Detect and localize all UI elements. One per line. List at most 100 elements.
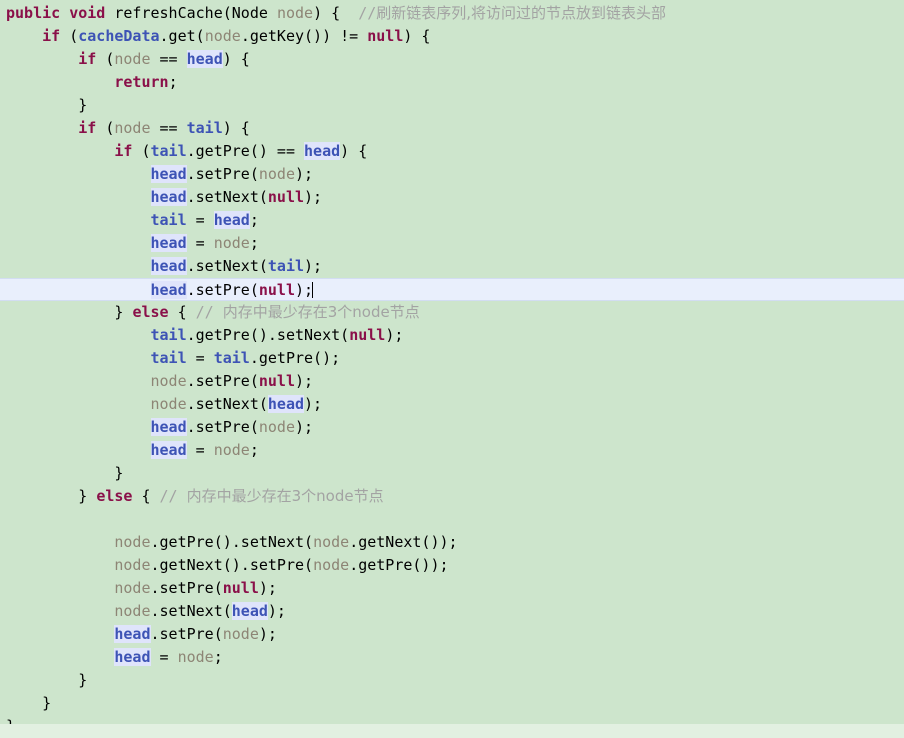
code-line[interactable]: head.setPre(node); <box>0 623 904 646</box>
code-token-kw: if <box>78 50 97 68</box>
code-token-plain: } <box>6 671 88 689</box>
code-token-kw: else <box>132 303 169 321</box>
code-token-plain: .setNext( <box>186 188 268 206</box>
code-line[interactable]: if (node == head) { <box>0 48 904 71</box>
code-line[interactable]: head = node; <box>0 439 904 462</box>
code-token-plain: ; <box>249 211 259 229</box>
code-token-cmt-cn: 内存中最少存在3个node节点 <box>222 303 420 321</box>
code-token-kw: if <box>114 142 133 160</box>
code-token-param: node <box>213 441 250 459</box>
code-token-kw: if <box>42 27 61 45</box>
code-text-area[interactable]: public void refreshCache(Node node) { //… <box>0 0 904 738</box>
code-line[interactable]: node.setNext(head); <box>0 393 904 416</box>
code-line[interactable]: node.setPre(null); <box>0 370 904 393</box>
code-token-lit: null <box>267 188 305 206</box>
code-line[interactable]: head = node; <box>0 646 904 669</box>
code-line[interactable]: tail = tail.getPre(); <box>0 347 904 370</box>
code-token-kw: public <box>6 4 61 22</box>
code-line[interactable]: } <box>0 94 904 117</box>
code-token-param: node <box>114 579 151 597</box>
code-token-cmt-cn: 刷新链表序列,将访问过的节点放到链表头部 <box>376 4 667 22</box>
code-line[interactable]: if (tail.getPre() == head) { <box>0 140 904 163</box>
code-token-plain: = <box>150 648 178 666</box>
code-token-plain: .getPre().setNext( <box>150 533 314 551</box>
code-token-plain: ); <box>258 579 277 597</box>
code-line[interactable]: } else { // 内存中最少存在3个node节点 <box>0 485 904 508</box>
code-token-fldhl: head <box>150 281 187 299</box>
code-line[interactable]: head.setPre(node); <box>0 416 904 439</box>
code-token-plain: .getKey()) != <box>240 27 368 45</box>
code-token-fldhl: head <box>114 648 151 666</box>
code-token-cmt: // <box>159 487 187 505</box>
code-line[interactable]: } <box>0 692 904 715</box>
code-line[interactable]: if (cacheData.get(node.getKey()) != null… <box>0 25 904 48</box>
code-token-plain: ); <box>295 372 314 390</box>
code-token-param: node <box>114 119 151 137</box>
code-line[interactable]: node.setNext(head); <box>0 600 904 623</box>
code-line-current[interactable]: head.setPre(null); <box>0 278 904 301</box>
code-token-kw: if <box>78 119 97 137</box>
code-token-lit: null <box>258 372 295 390</box>
code-line[interactable]: node.getNext().setPre(node.getPre()); <box>0 554 904 577</box>
code-line[interactable]: } <box>0 462 904 485</box>
code-token-plain: ) { <box>222 119 250 137</box>
code-token-lit: null <box>349 326 386 344</box>
code-token-plain: ); <box>295 165 314 183</box>
code-token-plain: refreshCache( <box>105 4 232 22</box>
code-token-plain: } <box>6 694 52 712</box>
code-token-fldhl: head <box>150 441 187 459</box>
code-line[interactable]: if (node == tail) { <box>0 117 904 140</box>
code-line[interactable]: head.setNext(tail); <box>0 255 904 278</box>
code-line[interactable] <box>0 508 904 531</box>
code-line[interactable]: tail = head; <box>0 209 904 232</box>
code-token-plain: } <box>6 303 133 321</box>
code-token-param: node <box>150 372 187 390</box>
code-token-fld: tail <box>150 142 187 160</box>
code-line[interactable]: head = node; <box>0 232 904 255</box>
code-token-param: node <box>150 395 187 413</box>
code-editor[interactable]: public void refreshCache(Node node) { //… <box>0 0 904 738</box>
code-token-plain: = <box>186 349 214 367</box>
code-line[interactable]: return; <box>0 71 904 94</box>
code-token-fld: tail <box>150 211 187 229</box>
code-line[interactable]: head.setPre(node); <box>0 163 904 186</box>
code-line[interactable]: tail.getPre().setNext(null); <box>0 324 904 347</box>
code-token-plain: .getPre(); <box>249 349 341 367</box>
code-line[interactable]: node.getPre().setNext(node.getNext()); <box>0 531 904 554</box>
code-line[interactable]: public void refreshCache(Node node) { //… <box>0 2 904 25</box>
code-token-plain: .getPre()); <box>349 556 449 574</box>
code-token-plain: .setPre( <box>186 372 259 390</box>
code-token-param: node <box>114 50 151 68</box>
code-token-param: node <box>258 165 295 183</box>
code-token-plain: .setNext( <box>186 257 268 275</box>
code-token-cmt: // <box>358 4 377 22</box>
code-token-param: node <box>114 533 151 551</box>
code-token-fldhl: head <box>304 142 341 160</box>
code-line[interactable]: } else { // 内存中最少存在3个node节点 <box>0 301 904 324</box>
code-token-plain: ; <box>213 648 223 666</box>
code-line[interactable]: } <box>0 669 904 692</box>
code-line[interactable]: head.setNext(null); <box>0 186 904 209</box>
code-token-param: node <box>177 648 214 666</box>
code-token-plain: = <box>186 441 214 459</box>
code-token-fld: cacheData <box>78 27 160 45</box>
code-token-plain: ); <box>258 625 277 643</box>
code-line[interactable]: node.setPre(null); <box>0 577 904 600</box>
code-token-fldhl: head <box>267 395 305 413</box>
code-token-plain: == <box>150 119 187 137</box>
code-token-param: node <box>276 4 314 22</box>
